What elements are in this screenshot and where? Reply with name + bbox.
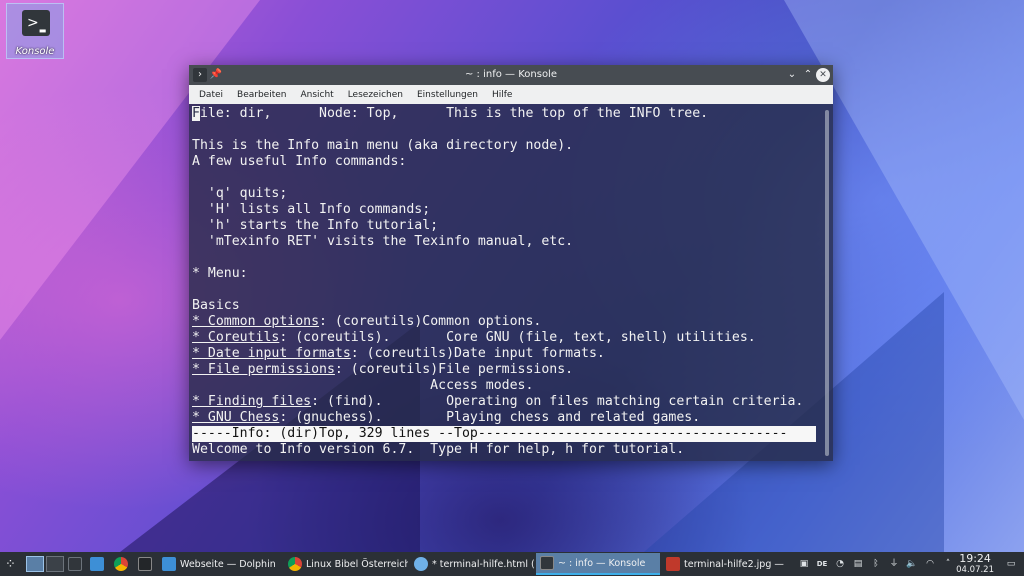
- menu-hilfe[interactable]: Hilfe: [485, 90, 519, 100]
- menu-link[interactable]: * Date input formats: [192, 346, 351, 361]
- title-bar[interactable]: › 📌 ~ : info — Konsole ⌄ ⌃ ✕: [189, 65, 833, 85]
- menu-link[interactable]: * Finding files: [192, 394, 311, 409]
- clock-date: 04.07.21: [956, 565, 994, 575]
- terminal-icon: [138, 557, 152, 571]
- bluetooth-icon[interactable]: ᛒ: [870, 558, 882, 570]
- terminal-line: 'h' starts the Info tutorial;: [192, 218, 439, 233]
- desktop-2[interactable]: [46, 556, 64, 572]
- menu-link[interactable]: * Common options: [192, 314, 319, 329]
- task-konsole[interactable]: ~ : info — Konsole: [536, 553, 660, 575]
- menu-ansicht[interactable]: Ansicht: [293, 90, 340, 100]
- task-image-viewer[interactable]: terminal-hilfe2.jpg — ...: [662, 553, 786, 575]
- menu-lesezeichen[interactable]: Lesezeichen: [341, 90, 410, 100]
- terminal-area[interactable]: File: dir, Node: Top, This is the top of…: [189, 104, 833, 461]
- window-title: ~ : info — Konsole: [465, 69, 557, 80]
- task-dolphin[interactable]: Webseite — Dolphin: [158, 553, 280, 575]
- editor-icon: [414, 557, 428, 571]
- terminal-icon: >▬: [22, 10, 50, 36]
- clock[interactable]: 19:24 04.07.21: [956, 552, 994, 576]
- minimize-button[interactable]: ⌄: [785, 68, 799, 82]
- terminal-line: File: dir, Node: Top, This is the top of…: [192, 106, 709, 121]
- terminal-line: Basics: [192, 298, 240, 313]
- show-desktop-icon[interactable]: ▭: [1005, 558, 1017, 570]
- menu-entry: * Finding files: (find). Operating on fi…: [192, 394, 804, 409]
- menu-entry: * Date input formats: (coreutils)Date in…: [192, 346, 605, 361]
- task-chrome[interactable]: Linux Bibel Österreich...: [284, 553, 408, 575]
- launcher-dolphin[interactable]: [90, 552, 108, 576]
- usb-icon[interactable]: ⏚: [888, 558, 900, 570]
- kde-launcher-icon: ⁘: [5, 556, 16, 572]
- clipboard-icon[interactable]: ▤: [852, 558, 864, 570]
- menu-entry: * Coreutils: (coreutils). Core GNU (file…: [192, 330, 756, 345]
- menu-datei[interactable]: Datei: [192, 90, 230, 100]
- terminal-line: 'mTexinfo RET' visits the Texinfo manual…: [192, 234, 574, 249]
- folder-icon: [162, 557, 176, 571]
- konsole-icon: [540, 556, 554, 570]
- terminal-line: Access modes.: [192, 378, 534, 393]
- terminal-line: 'H' lists all Info commands;: [192, 202, 431, 217]
- launcher-chrome[interactable]: [114, 552, 132, 576]
- text-cursor: F: [192, 106, 200, 121]
- desktop-icon-label: Konsole: [15, 46, 55, 57]
- echo-area: Welcome to Info version 6.7. Type H for …: [192, 442, 685, 457]
- clock-time: 19:24: [959, 552, 991, 565]
- wifi-icon[interactable]: ◠: [924, 558, 936, 570]
- rss-icon[interactable]: ◔: [834, 558, 846, 570]
- konsole-icon: [68, 557, 82, 571]
- terminal-line: * Menu:: [192, 266, 248, 281]
- menu-entry: * GNU Chess: (gnuchess). Playing chess a…: [192, 410, 701, 425]
- close-button[interactable]: ✕: [816, 68, 830, 82]
- application-launcher[interactable]: ⁘: [5, 552, 16, 576]
- menu-entry: * File permissions: (coreutils)File perm…: [192, 362, 574, 377]
- terminal-line: 'q' quits;: [192, 186, 288, 201]
- volume-icon[interactable]: 🔈: [906, 558, 918, 570]
- terminal-line: This is the Info main menu (aka director…: [192, 138, 574, 153]
- menu-bearbeiten[interactable]: Bearbeiten: [230, 90, 293, 100]
- launcher-terminal[interactable]: [138, 552, 156, 576]
- scrollbar[interactable]: [825, 110, 829, 456]
- menu-link[interactable]: * File permissions: [192, 362, 335, 377]
- pager[interactable]: [26, 552, 64, 576]
- folder-icon: [90, 557, 104, 571]
- image-icon: [666, 557, 680, 571]
- konsole-window[interactable]: › 📌 ~ : info — Konsole ⌄ ⌃ ✕ Datei Bearb…: [189, 65, 833, 461]
- menu-link[interactable]: * Coreutils: [192, 330, 279, 345]
- info-status-line: -----Info: (dir)Top, 329 lines --Top----…: [192, 426, 816, 442]
- task-editor[interactable]: * terminal-hilfe.html (...: [410, 553, 534, 575]
- terminal-line: A few useful Info commands:: [192, 154, 407, 169]
- desktop-icon-konsole[interactable]: >▬ Konsole: [6, 3, 64, 59]
- screenshot-icon[interactable]: ▣: [798, 558, 810, 570]
- menu-bar: Datei Bearbeiten Ansicht Lesezeichen Ein…: [189, 85, 833, 104]
- keyboard-layout[interactable]: DE: [816, 558, 828, 570]
- chrome-icon: [288, 557, 302, 571]
- menu-link[interactable]: * GNU Chess: [192, 410, 279, 425]
- maximize-button[interactable]: ⌃: [801, 68, 815, 82]
- desktop-1[interactable]: [26, 556, 44, 572]
- menu-einstellungen[interactable]: Einstellungen: [410, 90, 485, 100]
- menu-entry: * Common options: (coreutils)Common opti…: [192, 314, 542, 329]
- taskbar: ⁘ Webseite — Dolphin Linux Bibel Österre…: [0, 552, 1024, 576]
- chrome-icon: [114, 557, 128, 571]
- launcher-konsole[interactable]: [68, 552, 86, 576]
- expand-tray-icon[interactable]: ˄: [942, 558, 954, 570]
